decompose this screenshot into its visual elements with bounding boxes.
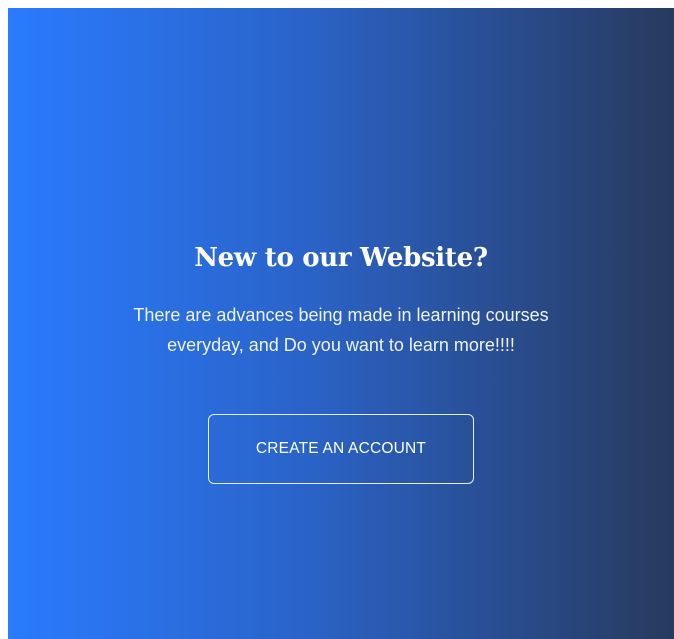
create-account-button[interactable]: CREATE AN ACCOUNT (208, 414, 474, 484)
signup-cta-panel: New to our Website? There are advances b… (8, 8, 674, 639)
cta-title: New to our Website? (194, 243, 488, 273)
create-account-button-label: CREATE AN ACCOUNT (255, 440, 427, 457)
cta-description: There are advances being made in learnin… (133, 305, 549, 355)
cta-content: New to our Website? There are advances b… (8, 240, 674, 484)
